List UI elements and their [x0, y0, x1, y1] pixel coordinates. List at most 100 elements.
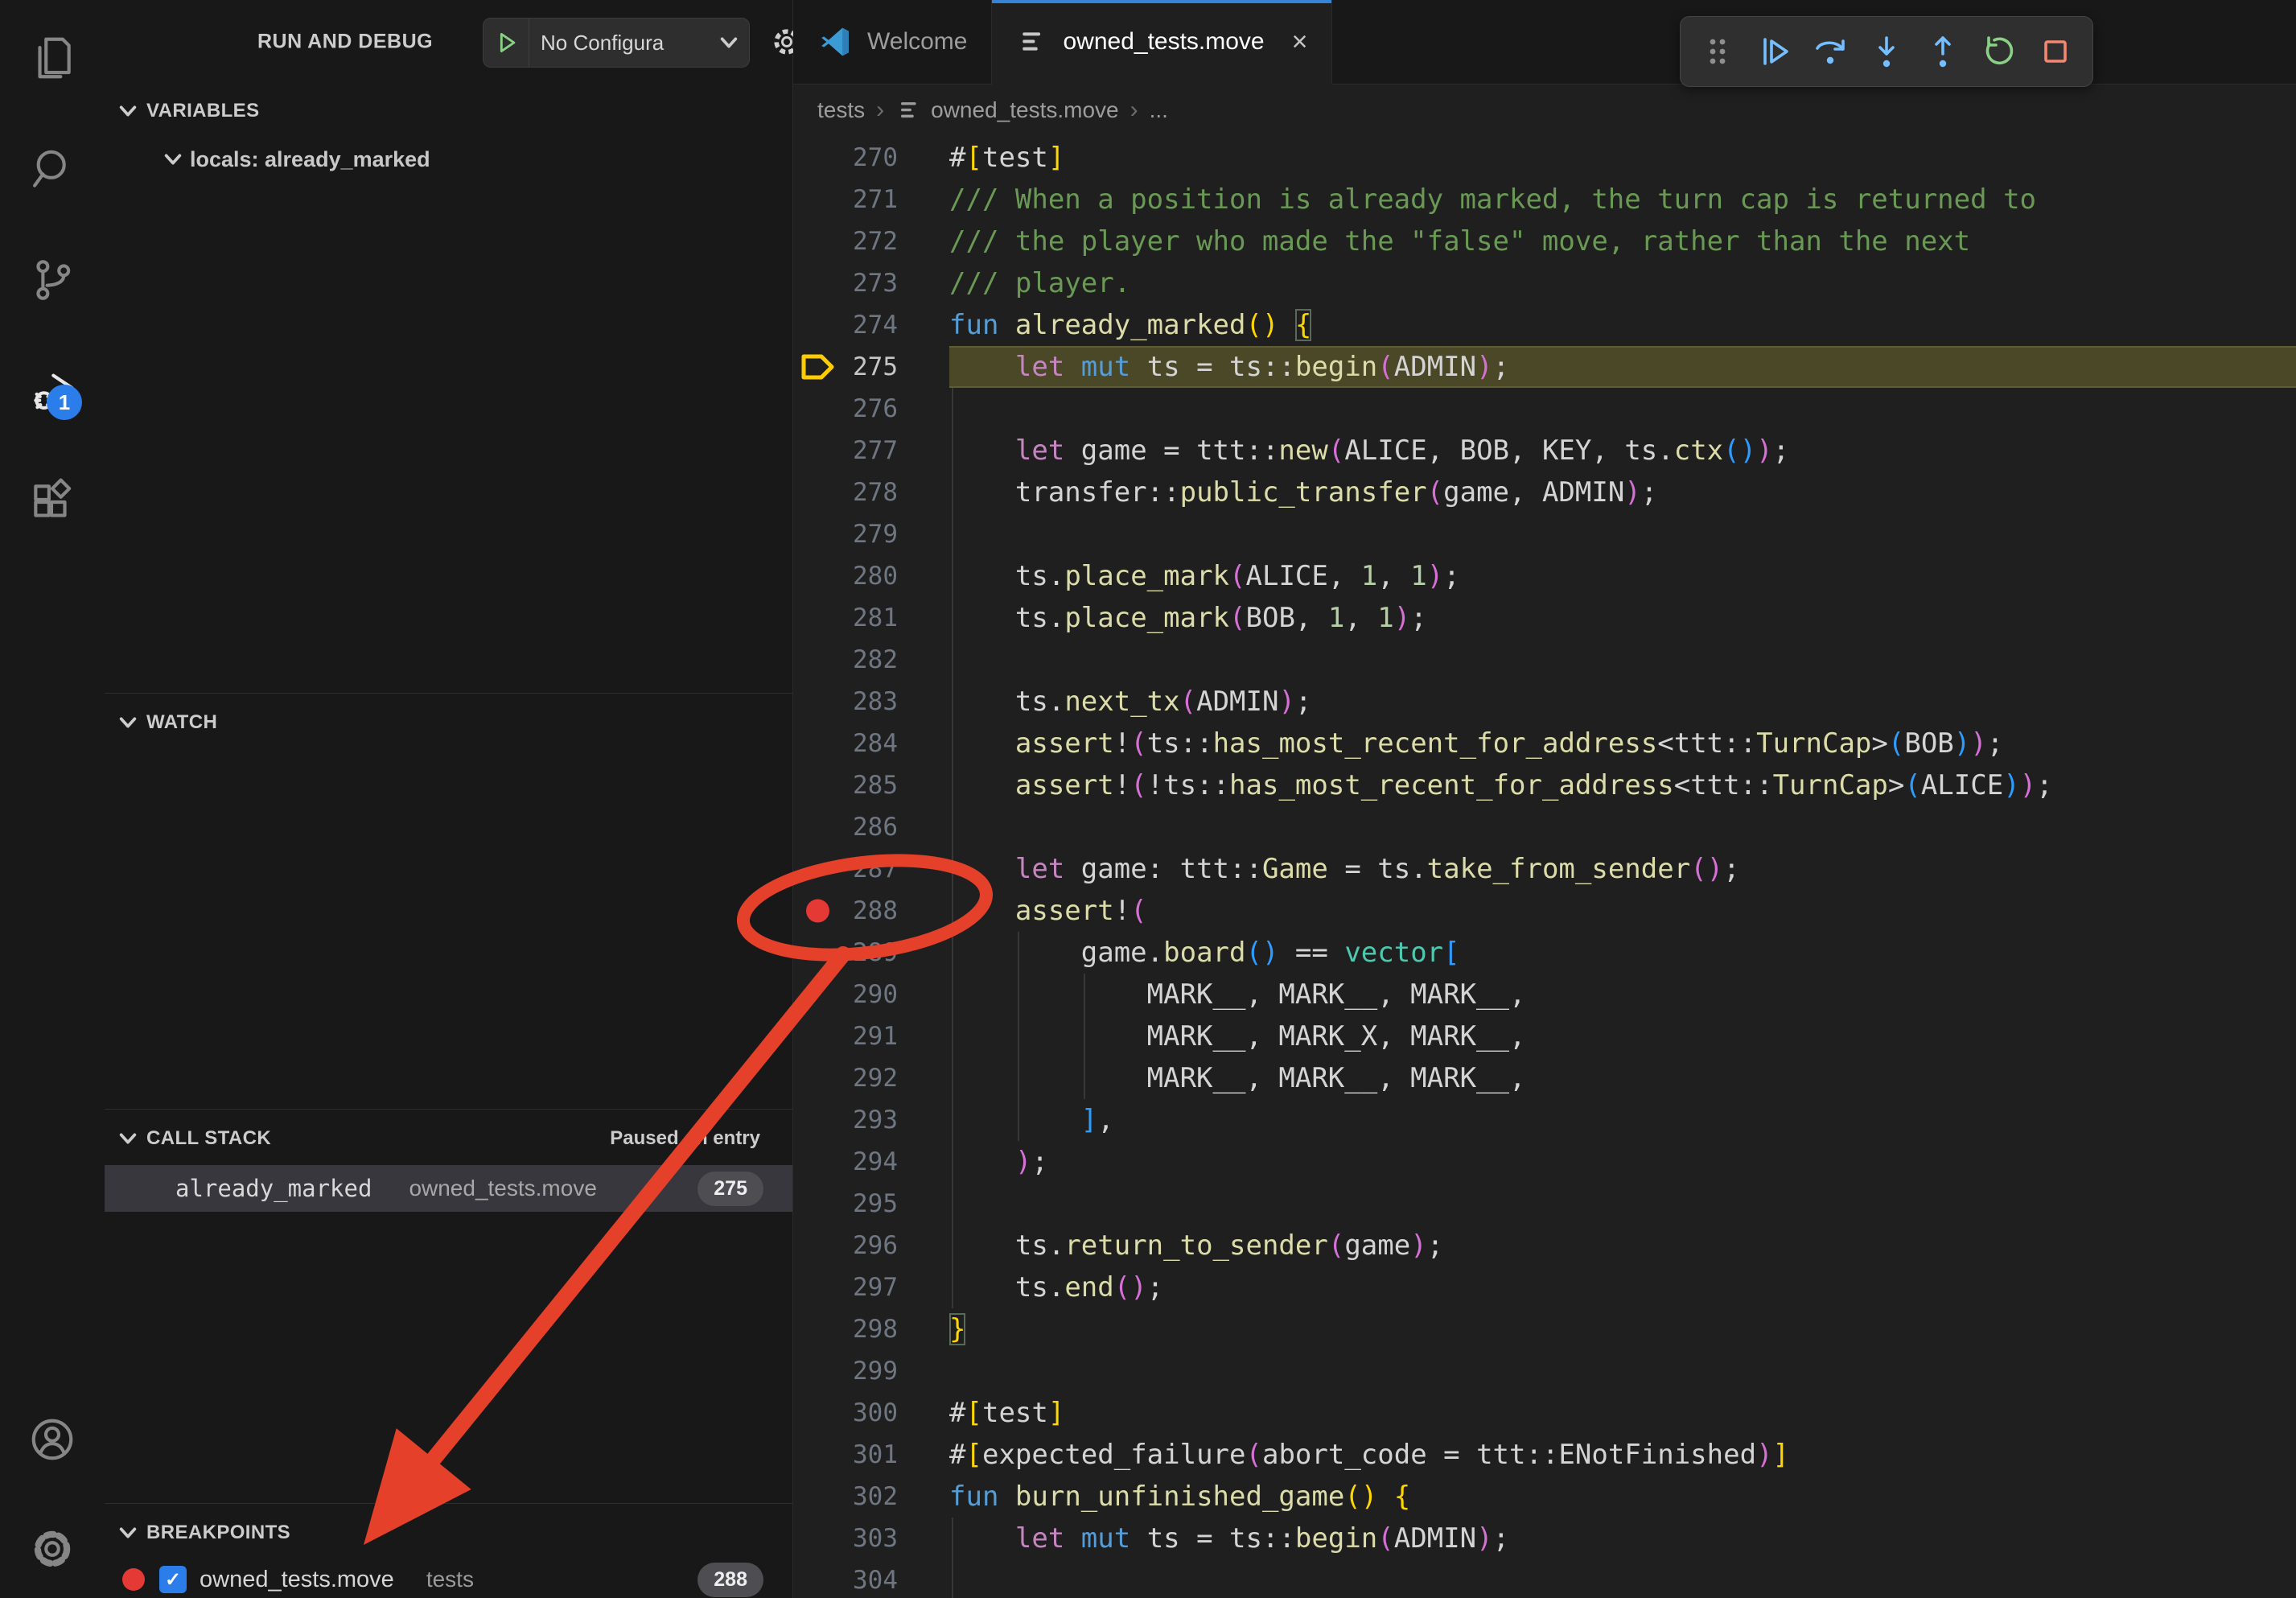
gutter-line-270[interactable]: 270: [793, 137, 949, 179]
drag-handle-icon[interactable]: [1698, 32, 1737, 71]
code-line-293[interactable]: 293 ],: [793, 1099, 2296, 1141]
search-icon[interactable]: [27, 144, 77, 194]
step-into-icon[interactable]: [1867, 32, 1906, 71]
gutter-line-297[interactable]: 297: [793, 1266, 949, 1308]
code-text[interactable]: ts.return_to_sender(game);: [949, 1225, 2296, 1266]
breakpoints-header[interactable]: BREAKPOINTS: [105, 1510, 792, 1555]
code-line-276[interactable]: 276: [793, 388, 2296, 430]
gutter-line-289[interactable]: 289: [793, 932, 949, 974]
code-text[interactable]: let game = ttt::new(ALICE, BOB, KEY, ts.…: [949, 430, 2296, 472]
account-icon[interactable]: [27, 1415, 77, 1464]
code-line-275[interactable]: 275 let mut ts = ts::begin(ADMIN);: [793, 346, 2296, 388]
code-text[interactable]: let mut ts = ts::begin(ADMIN);: [949, 346, 2296, 388]
settings-gear-icon[interactable]: [27, 1524, 77, 1574]
code-text[interactable]: [949, 1559, 2296, 1598]
gutter-line-275[interactable]: 275: [793, 346, 949, 388]
code-text[interactable]: MARK__, MARK_X, MARK__,: [949, 1015, 2296, 1057]
code-text[interactable]: );: [949, 1141, 2296, 1183]
code-line-302[interactable]: 302fun burn_unfinished_game() {: [793, 1476, 2296, 1518]
variables-header[interactable]: VARIABLES: [105, 89, 792, 134]
code-text[interactable]: #[expected_failure(abort_code = ttt::ENo…: [949, 1434, 2296, 1476]
code-text[interactable]: ts.end();: [949, 1266, 2296, 1308]
code-text[interactable]: [949, 388, 2296, 430]
breakpoint-checkbox[interactable]: ✓: [159, 1566, 187, 1593]
gutter-line-276[interactable]: 276: [793, 388, 949, 430]
code-line-271[interactable]: 271/// When a position is already marked…: [793, 179, 2296, 220]
code-text[interactable]: [949, 639, 2296, 681]
code-text[interactable]: game.board() == vector[: [949, 932, 2296, 974]
step-over-icon[interactable]: [1811, 32, 1850, 71]
gutter-line-278[interactable]: 278: [793, 472, 949, 513]
step-out-icon[interactable]: [1924, 32, 1962, 71]
code-text[interactable]: ts.place_mark(BOB, 1, 1);: [949, 597, 2296, 639]
breakpoint-dot-icon[interactable]: [806, 900, 829, 923]
gutter-line-301[interactable]: 301: [793, 1434, 949, 1476]
code-text[interactable]: ],: [949, 1099, 2296, 1141]
code-line-277[interactable]: 277 let game = ttt::new(ALICE, BOB, KEY,…: [793, 430, 2296, 472]
code-line-303[interactable]: 303 let mut ts = ts::begin(ADMIN);: [793, 1518, 2296, 1559]
code-line-288[interactable]: 288 assert!(: [793, 890, 2296, 932]
code-line-287[interactable]: 287 let game: ttt::Game = ts.take_from_s…: [793, 848, 2296, 890]
gutter-line-293[interactable]: 293: [793, 1099, 949, 1141]
code-line-304[interactable]: 304: [793, 1559, 2296, 1598]
tab-welcome[interactable]: Welcome: [793, 0, 992, 84]
tab-owned-tests-move[interactable]: owned_tests.move ×: [992, 0, 1332, 84]
code-text[interactable]: /// player.: [949, 262, 2296, 304]
gutter-line-282[interactable]: 282: [793, 639, 949, 681]
code-line-299[interactable]: 299: [793, 1350, 2296, 1392]
extensions-icon[interactable]: [27, 477, 77, 527]
code-text[interactable]: MARK__, MARK__, MARK__,: [949, 974, 2296, 1015]
watch-header[interactable]: WATCH: [105, 700, 792, 745]
code-line-292[interactable]: 292 MARK__, MARK__, MARK__,: [793, 1057, 2296, 1099]
gutter-line-300[interactable]: 300: [793, 1392, 949, 1434]
code-line-278[interactable]: 278 transfer::public_transfer(game, ADMI…: [793, 472, 2296, 513]
call-stack-header[interactable]: CALL STACK Paused on entry: [105, 1116, 792, 1161]
gutter-line-273[interactable]: 273: [793, 262, 949, 304]
code-text[interactable]: #[test]: [949, 1392, 2296, 1434]
code-line-286[interactable]: 286: [793, 806, 2296, 848]
gutter-line-296[interactable]: 296: [793, 1225, 949, 1266]
code-line-272[interactable]: 272/// the player who made the "false" m…: [793, 220, 2296, 262]
code-text[interactable]: ts.place_mark(ALICE, 1, 1);: [949, 555, 2296, 597]
code-text[interactable]: #[test]: [949, 137, 2296, 179]
code-line-301[interactable]: 301#[expected_failure(abort_code = ttt::…: [793, 1434, 2296, 1476]
gutter-line-274[interactable]: 274: [793, 304, 949, 346]
code-line-285[interactable]: 285 assert!(!ts::has_most_recent_for_add…: [793, 764, 2296, 806]
code-text[interactable]: MARK__, MARK__, MARK__,: [949, 1057, 2296, 1099]
gutter-line-286[interactable]: 286: [793, 806, 949, 848]
breadcrumb-item-file[interactable]: owned_tests.move: [931, 97, 1118, 123]
code-text[interactable]: }: [949, 1308, 2296, 1350]
gutter-line-281[interactable]: 281: [793, 597, 949, 639]
code-line-273[interactable]: 273/// player.: [793, 262, 2296, 304]
gutter-line-291[interactable]: 291: [793, 1015, 949, 1057]
code-line-289[interactable]: 289 game.board() == vector[: [793, 932, 2296, 974]
code-text[interactable]: [949, 1350, 2296, 1392]
gutter-line-304[interactable]: 304: [793, 1559, 949, 1598]
code-line-290[interactable]: 290 MARK__, MARK__, MARK__,: [793, 974, 2296, 1015]
code-text[interactable]: /// the player who made the "false" move…: [949, 220, 2296, 262]
gutter-line-271[interactable]: 271: [793, 179, 949, 220]
gutter-line-294[interactable]: 294: [793, 1141, 949, 1183]
gutter-line-283[interactable]: 283: [793, 681, 949, 723]
stop-icon[interactable]: [2036, 32, 2075, 71]
code-text[interactable]: assert!(: [949, 890, 2296, 932]
variables-scope-row[interactable]: locals: already_marked: [105, 138, 792, 180]
code-line-294[interactable]: 294 );: [793, 1141, 2296, 1183]
code-line-270[interactable]: 270#[test]: [793, 137, 2296, 179]
breadcrumb-item-symbol[interactable]: ...: [1150, 97, 1168, 123]
close-icon[interactable]: ×: [1292, 28, 1308, 56]
stack-frame-row[interactable]: already_marked owned_tests.move 275: [105, 1165, 792, 1212]
config-picker-label[interactable]: No Configura: [529, 31, 717, 56]
gutter-line-298[interactable]: 298: [793, 1308, 949, 1350]
debug-config-picker[interactable]: No Configura: [483, 18, 750, 68]
gutter-line-287[interactable]: 287: [793, 848, 949, 890]
gutter-line-295[interactable]: 295: [793, 1183, 949, 1225]
code-text[interactable]: ts.next_tx(ADMIN);: [949, 681, 2296, 723]
code-text[interactable]: assert!(!ts::has_most_recent_for_address…: [949, 764, 2296, 806]
code-text[interactable]: let mut ts = ts::begin(ADMIN);: [949, 1518, 2296, 1559]
restart-icon[interactable]: [1980, 32, 2018, 71]
code-text[interactable]: fun already_marked() {: [949, 304, 2296, 346]
code-area[interactable]: 270#[test]271/// When a position is alre…: [793, 137, 2296, 1598]
code-line-300[interactable]: 300#[test]: [793, 1392, 2296, 1434]
gutter-line-290[interactable]: 290: [793, 974, 949, 1015]
